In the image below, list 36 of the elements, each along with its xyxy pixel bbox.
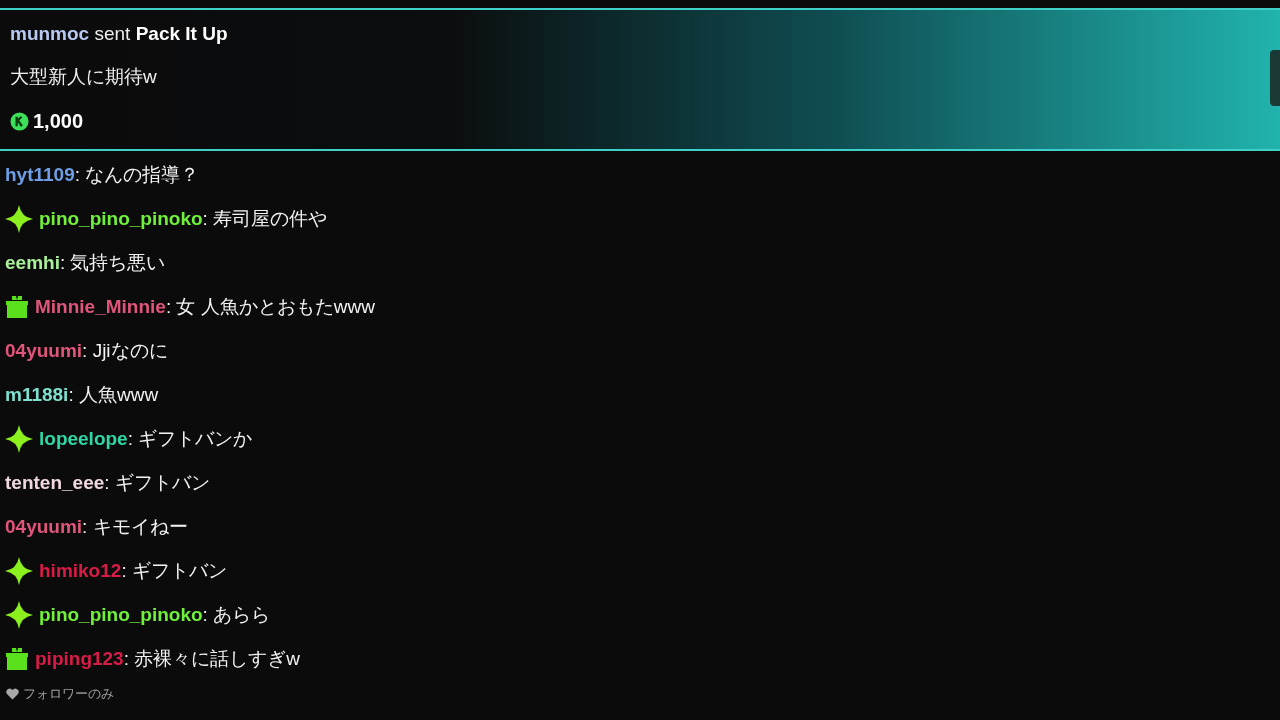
chat-message: : ギフトバンか — [127, 427, 253, 451]
username[interactable]: Minnie_Minnie — [35, 296, 166, 318]
chat-message: : ギフトバン — [104, 471, 210, 495]
sparkle-badge-icon — [5, 205, 33, 233]
chat-message: : あらら — [202, 603, 271, 627]
chat-message: : ギフトバン — [121, 559, 227, 583]
sparkle-badge-icon — [5, 557, 33, 585]
username[interactable]: piping123 — [35, 648, 124, 670]
chat-message: : 女 人魚かとおもたwww — [165, 295, 375, 319]
username[interactable]: pino_pino_pinoko — [39, 208, 203, 230]
chat-message: : 寿司屋の件や — [202, 207, 328, 231]
heart-icon — [6, 688, 19, 700]
coin-icon — [10, 112, 29, 131]
username[interactable]: pino_pino_pinoko — [39, 604, 203, 626]
chat-message: : なんの指導？ — [74, 163, 200, 187]
username[interactable]: eemhi — [5, 252, 60, 274]
username[interactable]: hyt1109 — [5, 164, 75, 186]
username[interactable]: himiko12 — [39, 560, 122, 582]
gift-amount: 1,000 — [33, 110, 84, 133]
sparkle-badge-icon — [5, 601, 33, 629]
gift-badge-icon — [5, 295, 29, 319]
chat-message: : Jjiなのに — [82, 339, 168, 363]
chat-message: : 赤裸々に話しすぎw — [123, 647, 300, 671]
gift-badge-icon — [5, 647, 29, 671]
gift-message: 大型新人に期待w — [10, 64, 157, 89]
chat-mode-label: フォロワーのみ — [23, 685, 114, 703]
chat-message: : 気持ち悪い — [59, 251, 166, 275]
username[interactable]: 04yuumi — [5, 516, 83, 538]
sparkle-badge-icon — [5, 425, 33, 453]
chat-message: : 人魚www — [68, 383, 159, 407]
username[interactable]: tenten_eee — [5, 472, 105, 494]
username[interactable]: 04yuumi — [5, 340, 83, 362]
gift-title: munmoc sent Pack It Up — [10, 23, 228, 45]
username[interactable]: m1188i — [5, 384, 69, 406]
username[interactable]: lopeelope — [39, 428, 128, 450]
chat-message: : キモイねー — [82, 515, 188, 539]
